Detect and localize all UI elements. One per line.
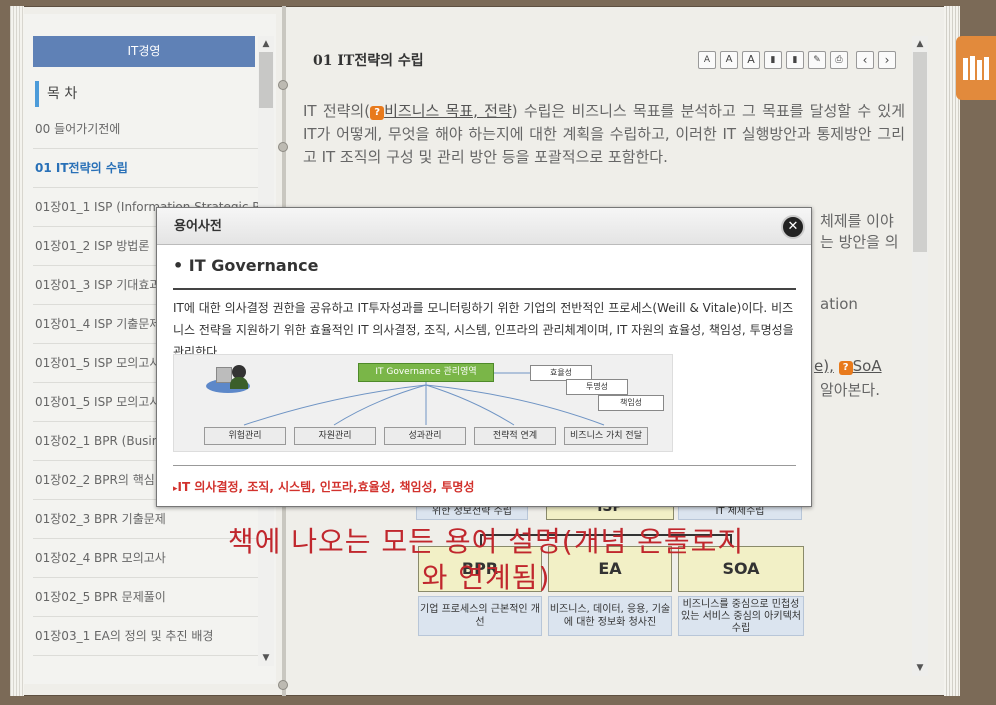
term-link[interactable]: e), bbox=[814, 357, 834, 375]
bpr-desc: 기업 프로세스의 근본적인 개선 bbox=[418, 596, 542, 636]
chapter-title: 01 IT전략의 수립 bbox=[313, 53, 424, 69]
text-fragment: 체제를 이야 bbox=[820, 212, 894, 230]
page-edge-right bbox=[944, 6, 960, 696]
text-fragment: 는 방안을 의 bbox=[820, 233, 899, 251]
body-paragraph: IT 전략의(? 비즈니스 목표, 전략) 수립은 비즈니스 목표를 분석하고 그… bbox=[303, 100, 905, 169]
term-title: • IT Governance bbox=[173, 256, 319, 275]
content-scrollbar[interactable]: ▲ ▼ bbox=[912, 36, 928, 676]
annotation-caption: 책에 나오는 모든 용어 설명(개념 온톨로지와 연계됨) bbox=[227, 525, 745, 594]
question-icon[interactable]: ? bbox=[838, 361, 853, 375]
spine-ring bbox=[278, 142, 288, 152]
toc-scroll-thumb[interactable] bbox=[259, 52, 273, 108]
font-increase-icon[interactable]: A bbox=[720, 51, 738, 69]
print-icon[interactable]: ⎙ bbox=[830, 51, 848, 69]
bookmark-icon[interactable]: ▮ bbox=[764, 51, 782, 69]
text-fragment: 알아본다. bbox=[820, 381, 880, 399]
gov-bottom-box: 성과관리 bbox=[384, 427, 466, 445]
soa-desc: 비즈니스를 중심으로 민첩성 있는 서비스 중심의 아키텍처 수립 bbox=[678, 596, 804, 636]
toc-item[interactable]: 01 IT전략의 수립 bbox=[33, 149, 259, 188]
bookmark-list-icon[interactable]: ▮ bbox=[786, 51, 804, 69]
gov-bottom-box: 전략적 연계 bbox=[474, 427, 556, 445]
para-lead: IT 전략의( bbox=[303, 102, 371, 120]
next-page-icon[interactable]: › bbox=[878, 51, 896, 69]
spine-ring bbox=[278, 680, 288, 690]
ea-desc: 비즈니스, 데이터, 응용, 기술에 대한 정보화 청사진 bbox=[548, 596, 672, 636]
content-scroll-thumb[interactable] bbox=[913, 52, 927, 252]
glossary-popup: 용어사전 ✕ • IT Governance IT에 대한 의사결정 권한을 공… bbox=[156, 207, 812, 507]
term-link[interactable]: 비즈니스 목표, 전략 bbox=[384, 102, 512, 120]
toc-header[interactable]: IT경영 bbox=[33, 36, 255, 67]
scroll-down-icon[interactable]: ▼ bbox=[912, 660, 928, 676]
font-reset-icon[interactable]: A bbox=[742, 51, 760, 69]
divider bbox=[173, 288, 796, 290]
scroll-down-icon[interactable]: ▼ bbox=[258, 650, 274, 666]
gov-bottom-box: 위험관리 bbox=[204, 427, 286, 445]
popup-title: 용어사전 bbox=[157, 208, 811, 245]
prev-page-icon[interactable]: ‹ bbox=[856, 51, 874, 69]
close-icon[interactable]: ✕ bbox=[781, 215, 805, 239]
scroll-up-icon[interactable]: ▲ bbox=[258, 36, 274, 52]
library-tab[interactable] bbox=[956, 36, 996, 100]
keyword-text: IT 의사결정, 조직, 시스템, 인프라,효율성, 책임성, 투명성 bbox=[177, 480, 475, 494]
gov-bottom-box: 자원관리 bbox=[294, 427, 376, 445]
divider bbox=[173, 465, 796, 466]
it-governance-diagram: IT Governance 관리영역 효율성 투명성 책임성 위험관리 자원관리… bbox=[173, 354, 673, 452]
memo-icon[interactable]: ✎ bbox=[808, 51, 826, 69]
text-fragment: ation bbox=[820, 295, 858, 313]
page-edge-left bbox=[10, 6, 24, 696]
soa-link[interactable]: SoA bbox=[853, 357, 882, 375]
scroll-up-icon[interactable]: ▲ bbox=[912, 36, 928, 52]
question-icon[interactable]: ? bbox=[370, 106, 385, 120]
toc-title: 목 차 bbox=[35, 81, 255, 107]
text-fragment: e), ? SoA bbox=[814, 357, 882, 375]
spine-ring bbox=[278, 80, 288, 90]
gov-bottom-box: 비즈니스 가치 전달 bbox=[564, 427, 648, 445]
font-decrease-icon[interactable]: A bbox=[698, 51, 716, 69]
toc-item[interactable]: 00 들어가기전에 bbox=[33, 110, 259, 149]
term-keywords: ▸IT 의사결정, 조직, 시스템, 인프라,효율성, 책임성, 투명성 bbox=[173, 478, 474, 495]
toc-item[interactable]: 01장03_1 EA의 정의 및 추진 배경 bbox=[33, 617, 259, 656]
bookshelf-icon bbox=[963, 54, 989, 80]
reader-toolbar: A A A ▮ ▮ ✎ ⎙ ‹ › bbox=[698, 51, 896, 69]
